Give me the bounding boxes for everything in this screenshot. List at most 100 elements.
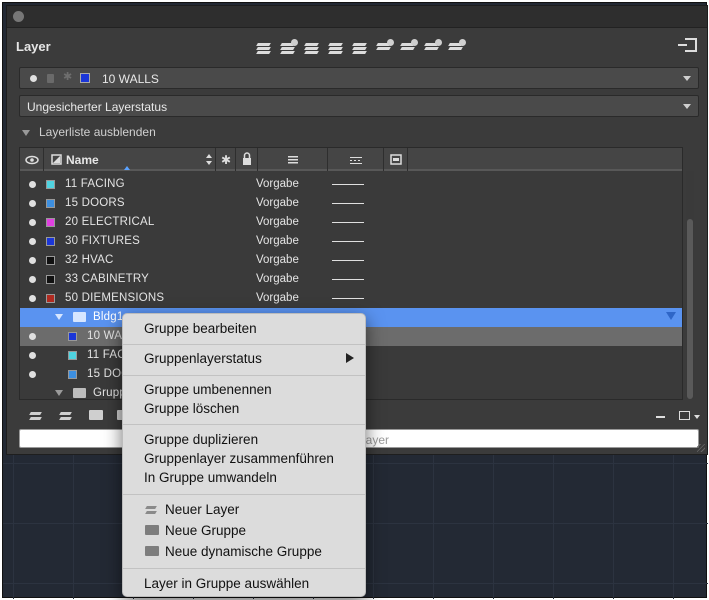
menu-item-edit-group[interactable]: Gruppe bearbeiten — [144, 319, 257, 338]
folder-icon — [73, 388, 86, 398]
linetype-sample — [332, 222, 364, 223]
column-visibility[interactable] — [20, 148, 44, 171]
layer-isolate-icon[interactable] — [327, 38, 345, 56]
panel-header: Layer — [7, 28, 707, 64]
layer-name: 50 DIEMENSIONS — [65, 292, 165, 304]
current-layer-name: 10 WALLS — [102, 72, 159, 86]
layer-color-swatch[interactable] — [46, 218, 55, 227]
menu-separator — [123, 424, 365, 425]
new-layer-vp-icon[interactable] — [279, 38, 298, 56]
resize-grip-icon[interactable] — [697, 444, 705, 452]
column-lock[interactable] — [236, 148, 258, 171]
table-row[interactable]: 15 DOORS Vorgabe — [20, 194, 682, 213]
layer-name: 15 DOORS — [65, 197, 125, 209]
panel-title: Layer — [16, 39, 51, 54]
layer-linetype: Vorgabe — [256, 216, 299, 228]
layer-color-swatch[interactable] — [68, 351, 77, 360]
sort-indicator-icon — [124, 166, 130, 170]
layer-on-icon[interactable] — [29, 276, 36, 283]
menu-item-merge-group-layers[interactable]: Gruppenlayer zusammenführen — [144, 449, 334, 468]
layer-on-icon[interactable] — [29, 238, 36, 245]
folder-icon — [145, 525, 159, 535]
layer-on-icon[interactable] — [29, 352, 36, 359]
menu-item-rename-group[interactable]: Gruppe umbenennen — [144, 380, 272, 399]
menu-item-select-layers-in-group[interactable]: Layer in Gruppe auswählen — [144, 574, 309, 593]
column-freeze[interactable]: ✱ — [216, 148, 236, 171]
delete-icon[interactable] — [656, 416, 665, 418]
menu-item-duplicate-group[interactable]: Gruppe duplizieren — [144, 430, 258, 449]
layer-color-swatch[interactable] — [46, 199, 55, 208]
layer-name: 33 CABINETRY — [65, 273, 149, 285]
layer-color-swatch[interactable] — [46, 294, 55, 303]
freeze-icon[interactable] — [375, 38, 394, 56]
table-row[interactable]: 30 FIXTURES Vorgabe — [20, 232, 682, 251]
color-column-icon — [51, 154, 62, 165]
layer-color-swatch[interactable] — [68, 332, 77, 341]
column-lineweight[interactable] — [258, 148, 328, 171]
name-column-label: Name — [66, 153, 99, 167]
columns-menu-icon[interactable] — [679, 411, 700, 420]
menu-item-new-layer[interactable]: Neuer Layer — [165, 500, 239, 519]
hide-layer-list-toggle[interactable]: Layerliste ausblenden — [22, 125, 156, 139]
layer-color-swatch[interactable] — [46, 180, 55, 189]
off-icon[interactable] — [399, 38, 418, 56]
folder-icon — [73, 312, 86, 322]
layer-color-swatch[interactable] — [68, 370, 77, 379]
column-plot[interactable] — [384, 148, 408, 171]
linetype-sample — [332, 298, 364, 299]
layer-on-icon[interactable] — [29, 333, 36, 340]
table-row[interactable]: 33 CABINETRY Vorgabe — [20, 270, 682, 289]
disclosure-triangle-icon[interactable] — [55, 314, 63, 320]
layer-walk-icon[interactable] — [303, 38, 321, 56]
menu-item-new-dynamic-group[interactable]: Neue dynamische Gruppe — [165, 542, 322, 561]
new-layer-icon[interactable] — [29, 408, 43, 422]
menu-separator — [123, 494, 365, 495]
exit-icon[interactable] — [678, 38, 697, 52]
layer-on-icon[interactable] — [29, 371, 36, 378]
layer-unisolate-icon[interactable] — [351, 38, 369, 56]
layer-on-icon[interactable] — [29, 295, 36, 302]
lock-icon[interactable] — [423, 38, 442, 56]
table-row[interactable]: 11 FACING Vorgabe — [20, 175, 682, 194]
layer-on-icon[interactable] — [29, 219, 36, 226]
table-row[interactable]: 32 HVAC Vorgabe — [20, 251, 682, 270]
submenu-arrow-icon — [346, 353, 354, 363]
layer-list-scrollbar[interactable] — [686, 171, 694, 399]
chevron-down-icon — [683, 104, 691, 109]
lock-icon — [243, 152, 251, 165]
menu-item-new-group[interactable]: Neue Gruppe — [165, 521, 246, 540]
linetype-sample — [332, 241, 364, 242]
context-menu: Gruppe bearbeiten Gruppenlayerstatus Gru… — [122, 313, 366, 597]
sort-toggle-icon[interactable] — [204, 148, 214, 171]
close-icon[interactable] — [13, 11, 24, 22]
disclosure-triangle-icon[interactable] — [55, 390, 63, 396]
scrollbar-thumb[interactable] — [687, 219, 693, 399]
linetype-sample — [332, 260, 364, 261]
layer-state-dropdown[interactable]: Ungesicherter Layerstatus — [19, 95, 699, 117]
new-group-icon[interactable] — [89, 410, 103, 420]
new-layer-frozen-icon[interactable] — [59, 408, 73, 422]
layer-linetype: Vorgabe — [256, 273, 299, 285]
layer-on-icon[interactable] — [29, 181, 36, 188]
new-layer-icon[interactable] — [255, 38, 273, 56]
layer-color-swatch[interactable] — [46, 256, 55, 265]
unlock-icon[interactable] — [447, 38, 466, 56]
layer-on-icon[interactable] — [29, 257, 36, 264]
layer-name: 20 ELECTRICAL — [65, 216, 155, 228]
menu-separator — [123, 568, 365, 569]
linetype-icon — [350, 157, 362, 164]
layer-color-swatch[interactable] — [46, 275, 55, 284]
column-name[interactable]: Name — [44, 148, 216, 171]
menu-item-convert-to-group[interactable]: In Gruppe umwandeln — [144, 468, 277, 487]
linetype-sample — [332, 203, 364, 204]
menu-item-delete-group[interactable]: Gruppe löschen — [144, 399, 239, 418]
menu-item-group-layer-state[interactable]: Gruppenlayerstatus — [144, 349, 262, 368]
current-layer-dropdown[interactable]: ✱ 10 WALLS — [19, 67, 699, 89]
new-layer-icon — [145, 504, 159, 516]
table-row[interactable]: 20 ELECTRICAL Vorgabe — [20, 213, 682, 232]
panel-titlebar — [7, 6, 707, 28]
layer-on-icon[interactable] — [29, 200, 36, 207]
table-row[interactable]: 50 DIEMENSIONS Vorgabe — [20, 289, 682, 308]
column-linetype[interactable] — [328, 148, 384, 171]
layer-color-swatch[interactable] — [46, 237, 55, 246]
